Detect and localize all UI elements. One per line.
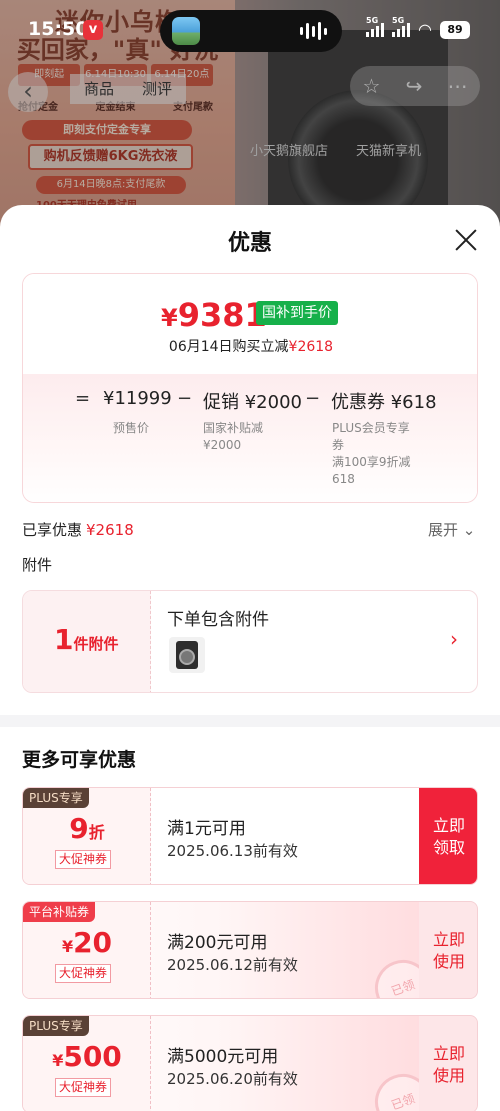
final-price: ¥9381 [161, 296, 267, 334]
section-divider [0, 715, 500, 727]
equals-sign: = [75, 388, 91, 409]
app-notification-icon: v [83, 20, 103, 40]
coupon-card: PLUS专享 9折 大促神券 满1元可用 2025.06.13前有效 立即领取 [22, 787, 478, 885]
status-bar: 15:50 v 5G 5G ◠ 89 [0, 0, 500, 60]
coupon-value-panel: PLUS专享 ¥500 大促神券 [23, 1016, 151, 1111]
promo-value: 促销 ¥2000 [203, 392, 302, 413]
coupon-condition: 满200元可用 [167, 933, 268, 953]
use-coupon-button[interactable]: 立即使用 [419, 1016, 477, 1111]
presale-label: 预售价 [113, 421, 150, 435]
sheet-title: 优惠 [227, 231, 272, 256]
saved-amount: ¥2618 [86, 521, 134, 539]
close-icon[interactable] [451, 225, 481, 255]
price-summary: ¥9381 国补到手价 06月14日购买立减¥2618 [23, 274, 477, 374]
price-breakdown-card: ¥9381 国补到手价 06月14日购买立减¥2618 = ¥11999 预售价… [22, 273, 478, 503]
audio-wave-icon [300, 21, 328, 41]
coupon-value-panel: 平台补贴券 ¥20 大促神券 [23, 902, 151, 998]
coupon-expiry: 2025.06.12前有效 [167, 956, 298, 974]
coupon-expiry: 2025.06.13前有效 [167, 842, 298, 860]
gov-subsidy-tag: 国补到手价 [256, 301, 338, 325]
coupon-condition: 满5000元可用 [167, 1047, 279, 1067]
claim-coupon-button[interactable]: 立即领取 [419, 788, 477, 884]
more-offers-title: 更多可享优惠 [22, 749, 137, 771]
wifi-icon: ◠ [418, 20, 432, 39]
promo-label: 国家补贴减 ¥2000 [203, 421, 264, 452]
chevron-down-icon: ⌄ [462, 521, 476, 539]
saved-summary: 已享优惠 ¥2618 [22, 519, 134, 540]
coupon-badge: 大促神券 [55, 1078, 112, 1097]
battery-icon: 89 [439, 20, 470, 39]
attachment-count: 1件附件 [23, 591, 151, 692]
coupon-card: PLUS专享 ¥500 大促神券 满5000元可用 2025.06.20前有效 … [22, 1015, 478, 1111]
coupon-condition: 满1元可用 [167, 819, 246, 839]
coupon-value: 优惠券 ¥618 [331, 392, 437, 413]
dynamic-island[interactable] [160, 10, 342, 52]
presale-price: ¥11999 [103, 388, 172, 409]
saved-label: 已享优惠 [22, 521, 83, 539]
signal-icon: 5G [392, 16, 410, 37]
price-formula: = ¥11999 预售价 − 促销 ¥2000 国家补贴减 ¥2000 − 优惠… [23, 374, 477, 502]
chevron-right-icon[interactable]: › [450, 627, 458, 651]
attachment-title: 下单包含附件 [167, 610, 269, 630]
discount-sheet: 优惠 ¥9381 国补到手价 06月14日购买立减¥2618 = ¥11999 … [0, 205, 500, 1111]
status-icons: 5G 5G ◠ 89 [366, 16, 470, 39]
coupon-value: ¥20 [61, 926, 113, 959]
attachment-section-label: 附件 [22, 556, 53, 574]
coupon-tag: 平台补贴券 [23, 902, 96, 922]
coupon-expiry: 2025.06.20前有效 [167, 1070, 298, 1088]
attachment-card[interactable]: 1件附件 下单包含附件 › [22, 590, 478, 693]
clock: 15:50 [28, 18, 89, 40]
purchase-discount-line: 06月14日购买立减¥2618 [168, 339, 334, 355]
attachment-thumbnail [169, 637, 205, 673]
coupon-badge: 大促神券 [55, 964, 112, 983]
coupon-card: 平台补贴券 ¥20 大促神券 满200元可用 2025.06.12前有效 已领 … [22, 901, 478, 999]
coupon-tag: PLUS专享 [23, 788, 89, 808]
signal-icon: 5G [366, 16, 384, 37]
media-thumbnail [172, 17, 200, 45]
minus-sign: − [305, 388, 321, 409]
coupon-tag: PLUS专享 [23, 1016, 89, 1036]
coupon-label: PLUS会员专享 券 满100享9折减 618 [332, 421, 411, 486]
use-coupon-button[interactable]: 立即使用 [419, 902, 477, 998]
coupon-value: 9折 [69, 812, 105, 845]
coupon-value-panel: PLUS专享 9折 大促神券 [23, 788, 151, 884]
coupon-value: ¥500 [52, 1040, 122, 1073]
expand-button[interactable]: 展开 ⌄ [428, 519, 475, 540]
minus-sign: − [177, 388, 193, 409]
coupon-badge: 大促神券 [55, 850, 112, 869]
